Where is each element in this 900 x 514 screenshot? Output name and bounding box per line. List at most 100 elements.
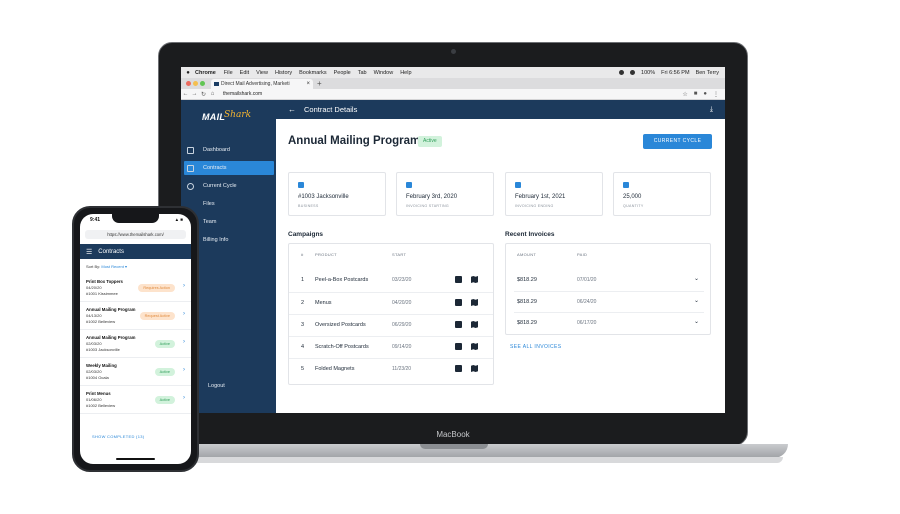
- sidebar-item-contracts[interactable]: Contracts: [184, 161, 274, 175]
- logo[interactable]: MAIL Shark: [202, 109, 258, 125]
- table-row[interactable]: 4 Scratch-Off Postcards 09/14/20: [289, 336, 493, 357]
- table-row[interactable]: $818.29 06/17/20 ⌄: [514, 312, 704, 333]
- image-icon[interactable]: [455, 321, 462, 328]
- macbook-label: MacBook: [436, 430, 470, 439]
- home-indicator: [116, 458, 155, 460]
- status-icon[interactable]: [630, 70, 636, 75]
- tab-close-icon[interactable]: ×: [306, 79, 310, 89]
- sidebar-item-files[interactable]: Files: [181, 197, 276, 211]
- image-icon[interactable]: [455, 276, 462, 283]
- menu-tab[interactable]: Tab: [358, 70, 367, 76]
- more-icon[interactable]: ⋮: [713, 91, 719, 98]
- current-cycle-button[interactable]: CURRENT CYCLE: [643, 134, 712, 149]
- chevron-right-icon[interactable]: ›: [183, 395, 185, 401]
- invoicing-start-card: February 3rd, 2020 INVOICING STARTING: [396, 172, 494, 216]
- card-value: February 3rd, 2020: [406, 194, 458, 200]
- extension-icon[interactable]: ■: [694, 91, 698, 98]
- invoices-title: Recent Invoices: [505, 231, 555, 238]
- map-icon[interactable]: [471, 276, 478, 283]
- logout-link[interactable]: Logout: [208, 383, 225, 389]
- chevron-right-icon[interactable]: ›: [183, 283, 185, 289]
- invoice-amount: $818.29: [517, 277, 537, 283]
- item-date: 01/06/20: [86, 397, 102, 402]
- user-name[interactable]: Ben Terry: [696, 70, 719, 76]
- back-icon[interactable]: ←: [181, 91, 190, 97]
- list-item[interactable]: Annual Mailing Program 04/13/20 #1002 Be…: [80, 303, 191, 330]
- chevron-down-icon[interactable]: ⌄: [694, 297, 699, 304]
- hamburger-menu-icon[interactable]: ☰: [86, 248, 92, 256]
- invoicing-end-card: February 1st, 2021 INVOICING ENDING: [505, 172, 603, 216]
- reload-icon[interactable]: ↻: [199, 91, 208, 98]
- minimize-window-icon[interactable]: [193, 81, 198, 86]
- menu-edit[interactable]: Edit: [240, 70, 249, 76]
- table-row[interactable]: $818.29 06/24/20 ⌄: [514, 291, 704, 312]
- laptop-hinge-notch: [420, 444, 488, 449]
- item-title: Annual Mailing Program: [86, 335, 136, 340]
- star-icon[interactable]: ☆: [682, 91, 687, 98]
- card-label: BUSINESS: [298, 204, 319, 208]
- menu-help[interactable]: Help: [400, 70, 411, 76]
- clock-icon: [187, 182, 194, 190]
- table-row[interactable]: 5 Folded Magnets 11/23/20: [289, 358, 493, 379]
- map-icon[interactable]: [471, 343, 478, 350]
- list-item[interactable]: Weekly Mailing 02/03/20 #1004 Ocala Acti…: [80, 359, 191, 386]
- image-icon[interactable]: [455, 299, 462, 306]
- browser-tabbar: Direct Mail Advertising, Marketi × +: [181, 78, 725, 89]
- home-icon[interactable]: ⌂: [208, 91, 217, 97]
- table-row[interactable]: $818.29 07/01/20 ⌄: [514, 270, 704, 291]
- map-icon[interactable]: [471, 321, 478, 328]
- menu-app-name[interactable]: Chrome: [195, 70, 216, 76]
- chevron-down-icon[interactable]: ⌄: [694, 318, 699, 325]
- list-item[interactable]: Print Box Toppers 04/20/20 #1001 Kissimm…: [80, 275, 191, 302]
- menu-file[interactable]: File: [224, 70, 233, 76]
- sort-control[interactable]: Sort By: Most Recent ▾: [86, 264, 127, 269]
- sort-value[interactable]: Most Recent: [101, 264, 123, 269]
- menu-window[interactable]: Window: [374, 70, 394, 76]
- clock: Fri 6:56 PM: [661, 69, 690, 76]
- forward-icon[interactable]: →: [190, 91, 199, 97]
- url-field[interactable]: themailshark.com: [223, 91, 262, 97]
- menu-people[interactable]: People: [334, 70, 351, 76]
- close-window-icon[interactable]: [186, 81, 191, 86]
- maximize-window-icon[interactable]: [200, 81, 205, 86]
- chevron-right-icon[interactable]: ›: [183, 339, 185, 345]
- menu-history[interactable]: History: [275, 70, 292, 76]
- map-icon[interactable]: [471, 299, 478, 306]
- card-value: February 1st, 2021: [515, 194, 566, 200]
- table-row[interactable]: 3 Oversized Postcards 06/29/20: [289, 314, 493, 335]
- browser-tab[interactable]: Direct Mail Advertising, Marketi ×: [211, 79, 313, 89]
- chevron-right-icon[interactable]: ›: [183, 311, 185, 317]
- map-icon[interactable]: [471, 365, 478, 372]
- menu-bookmarks[interactable]: Bookmarks: [299, 70, 327, 76]
- profile-icon[interactable]: ●: [703, 91, 707, 98]
- list-item[interactable]: Annual Mailing Program 02/03/20 #1003 Ja…: [80, 331, 191, 358]
- menu-view[interactable]: View: [256, 70, 268, 76]
- image-icon[interactable]: [455, 343, 462, 350]
- list-item[interactable]: Print Menus 01/06/20 #1002 Belleview Act…: [80, 387, 191, 414]
- sidebar-item-dashboard[interactable]: Dashboard: [181, 143, 276, 157]
- calendar-icon: [406, 182, 412, 188]
- show-completed-link[interactable]: SHOW COMPLETED (13): [92, 434, 144, 439]
- row-num: 5: [301, 366, 305, 372]
- image-icon[interactable]: [455, 365, 462, 372]
- new-tab-icon[interactable]: +: [317, 78, 322, 89]
- status-icon[interactable]: [619, 70, 625, 75]
- campaigns-title: Campaigns: [288, 231, 324, 238]
- download-icon[interactable]: ⤓: [710, 106, 713, 114]
- table-row[interactable]: 2 Menus 04/20/20: [289, 292, 493, 313]
- phone-time: 9:41: [90, 217, 101, 223]
- chevron-down-icon[interactable]: ⌄: [694, 275, 699, 282]
- see-all-invoices-link[interactable]: SEE ALL INVOICES: [510, 344, 562, 350]
- sidebar-item-label: Current Cycle: [203, 183, 237, 189]
- chevron-right-icon[interactable]: ›: [183, 367, 185, 373]
- col-header-amount: AMOUNT: [517, 252, 537, 257]
- apple-icon[interactable]: ●: [181, 70, 195, 76]
- item-date: 02/03/20: [86, 369, 102, 374]
- sidebar-item-current-cycle[interactable]: Current Cycle: [181, 179, 276, 193]
- status-badge: Active: [418, 136, 442, 147]
- back-arrow-icon[interactable]: ←: [288, 105, 296, 114]
- chevron-down-icon[interactable]: ▾: [125, 264, 127, 269]
- invoice-paid: 07/01/20: [577, 277, 597, 283]
- table-row[interactable]: 1 Peel-a-Box Postcards 03/23/20: [289, 270, 493, 291]
- phone-url-field[interactable]: https://www.themailshark.com/: [85, 230, 186, 239]
